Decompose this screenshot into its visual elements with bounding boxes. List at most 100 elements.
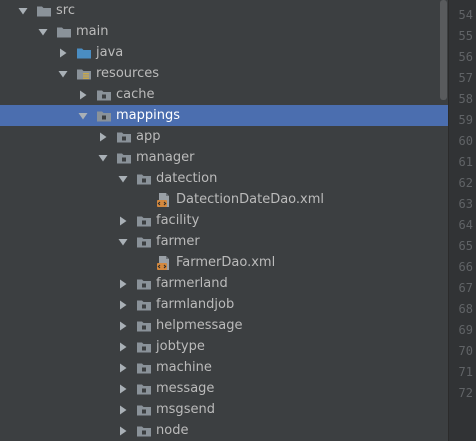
package-folder-icon (96, 108, 112, 124)
chevron-down-icon[interactable] (78, 110, 88, 120)
tree-node-main[interactable]: main (0, 21, 448, 42)
line-number: 64 (458, 218, 473, 232)
tree-node-datectiondatedao-xml[interactable]: DatectionDateDao.xml (0, 189, 448, 210)
tree-node-label: cache (116, 87, 155, 102)
package-folder-icon (96, 87, 112, 103)
package-folder-icon (136, 276, 152, 292)
line-number: 68 (458, 302, 473, 316)
chevron-down-icon[interactable] (118, 236, 128, 246)
package-folder-icon (136, 234, 152, 250)
chevron-right-icon[interactable] (118, 362, 128, 373)
tree-node-label: main (76, 24, 109, 39)
package-folder-icon (136, 213, 152, 229)
tree-node-label: facility (156, 213, 200, 228)
tree-node-node[interactable]: node (0, 420, 448, 441)
line-number: 69 (458, 323, 473, 337)
line-number: 65 (458, 239, 473, 253)
line-number: 55 (458, 29, 473, 43)
chevron-down-icon[interactable] (38, 26, 48, 36)
package-folder-icon (136, 423, 152, 439)
chevron-down-icon[interactable] (18, 5, 28, 15)
tree-node-label: node (156, 423, 189, 438)
tree-node-manager[interactable]: manager (0, 147, 448, 168)
tree-node-label: farmer (156, 234, 200, 249)
tree-node-label: helpmessage (156, 318, 243, 333)
tree-node-label: java (96, 45, 124, 60)
tree-node-farmerdao-xml[interactable]: FarmerDao.xml (0, 252, 448, 273)
tree-node-label: DatectionDateDao.xml (176, 192, 324, 207)
tree-node-datection[interactable]: datection (0, 168, 448, 189)
line-number: 63 (458, 197, 473, 211)
line-number: 72 (458, 386, 473, 400)
tree-node-label: farmlandjob (156, 297, 235, 312)
xml-file-icon (156, 255, 172, 271)
chevron-right-icon[interactable] (118, 425, 128, 436)
project-tree: src main java resources cache mappings app mana… (0, 0, 448, 441)
tree-node-farmlandjob[interactable]: farmlandjob (0, 294, 448, 315)
chevron-right-icon[interactable] (98, 131, 108, 142)
package-folder-icon (136, 360, 152, 376)
folder-icon (36, 3, 52, 19)
tree-node-mappings[interactable]: mappings (0, 105, 448, 126)
tree-node-label: msgsend (156, 402, 215, 417)
chevron-down-icon[interactable] (118, 173, 128, 183)
tree-node-helpmessage[interactable]: helpmessage (0, 315, 448, 336)
package-folder-icon (116, 129, 132, 145)
chevron-right-icon[interactable] (118, 320, 128, 331)
tree-node-src[interactable]: src (0, 0, 448, 21)
chevron-right-icon[interactable] (118, 404, 128, 415)
chevron-right-icon[interactable] (118, 299, 128, 310)
tree-node-app[interactable]: app (0, 126, 448, 147)
line-number: 59 (458, 113, 473, 127)
tree-node-jobtype[interactable]: jobtype (0, 336, 448, 357)
tree-node-cache[interactable]: cache (0, 84, 448, 105)
line-number: 57 (458, 71, 473, 85)
package-folder-icon (136, 171, 152, 187)
package-folder-icon (136, 318, 152, 334)
resources-folder-icon (76, 66, 92, 82)
tree-node-label: src (56, 3, 75, 18)
project-panel: src main java resources cache mappings app mana… (0, 0, 476, 441)
package-folder-icon (136, 339, 152, 355)
tree-node-message[interactable]: message (0, 378, 448, 399)
editor-gutter: 54 55 56 57 58 59 60 61 62 63 64 65 66 67 68 69 70 71 72 (448, 0, 476, 441)
chevron-right-icon[interactable] (118, 278, 128, 289)
package-folder-icon (116, 150, 132, 166)
tree-node-farmer[interactable]: farmer (0, 231, 448, 252)
tree-node-label: datection (156, 171, 218, 186)
tree-node-label: manager (136, 150, 195, 165)
tree-node-label: FarmerDao.xml (176, 255, 276, 270)
tree-node-facility[interactable]: facility (0, 210, 448, 231)
tree-node-label: machine (156, 360, 212, 375)
tree-node-label: resources (96, 66, 160, 81)
tree-node-label: app (136, 129, 161, 144)
scrollbar-thumb[interactable] (440, 0, 447, 100)
package-folder-icon (136, 381, 152, 397)
chevron-right-icon[interactable] (78, 89, 88, 100)
tree-node-resources[interactable]: resources (0, 63, 448, 84)
line-number: 62 (458, 176, 473, 190)
tree-node-farmerland[interactable]: farmerland (0, 273, 448, 294)
chevron-down-icon[interactable] (98, 152, 108, 162)
line-number: 60 (458, 134, 473, 148)
tree-node-msgsend[interactable]: msgsend (0, 399, 448, 420)
xml-file-icon (156, 192, 172, 208)
chevron-right-icon[interactable] (118, 215, 128, 226)
chevron-right-icon[interactable] (118, 383, 128, 394)
tree-node-machine[interactable]: machine (0, 357, 448, 378)
tree-node-java[interactable]: java (0, 42, 448, 63)
line-number: 70 (458, 344, 473, 358)
line-number: 58 (458, 92, 473, 106)
source-folder-icon (76, 45, 92, 61)
chevron-right-icon[interactable] (58, 47, 68, 58)
line-number: 54 (458, 8, 473, 22)
chevron-down-icon[interactable] (58, 68, 68, 78)
line-number: 71 (458, 365, 473, 379)
tree-node-label: jobtype (156, 339, 205, 354)
tree-node-label: mappings (116, 108, 181, 123)
line-number: 61 (458, 155, 473, 169)
tree-node-label: farmerland (156, 276, 228, 291)
package-folder-icon (136, 297, 152, 313)
folder-icon (56, 24, 72, 40)
chevron-right-icon[interactable] (118, 341, 128, 352)
